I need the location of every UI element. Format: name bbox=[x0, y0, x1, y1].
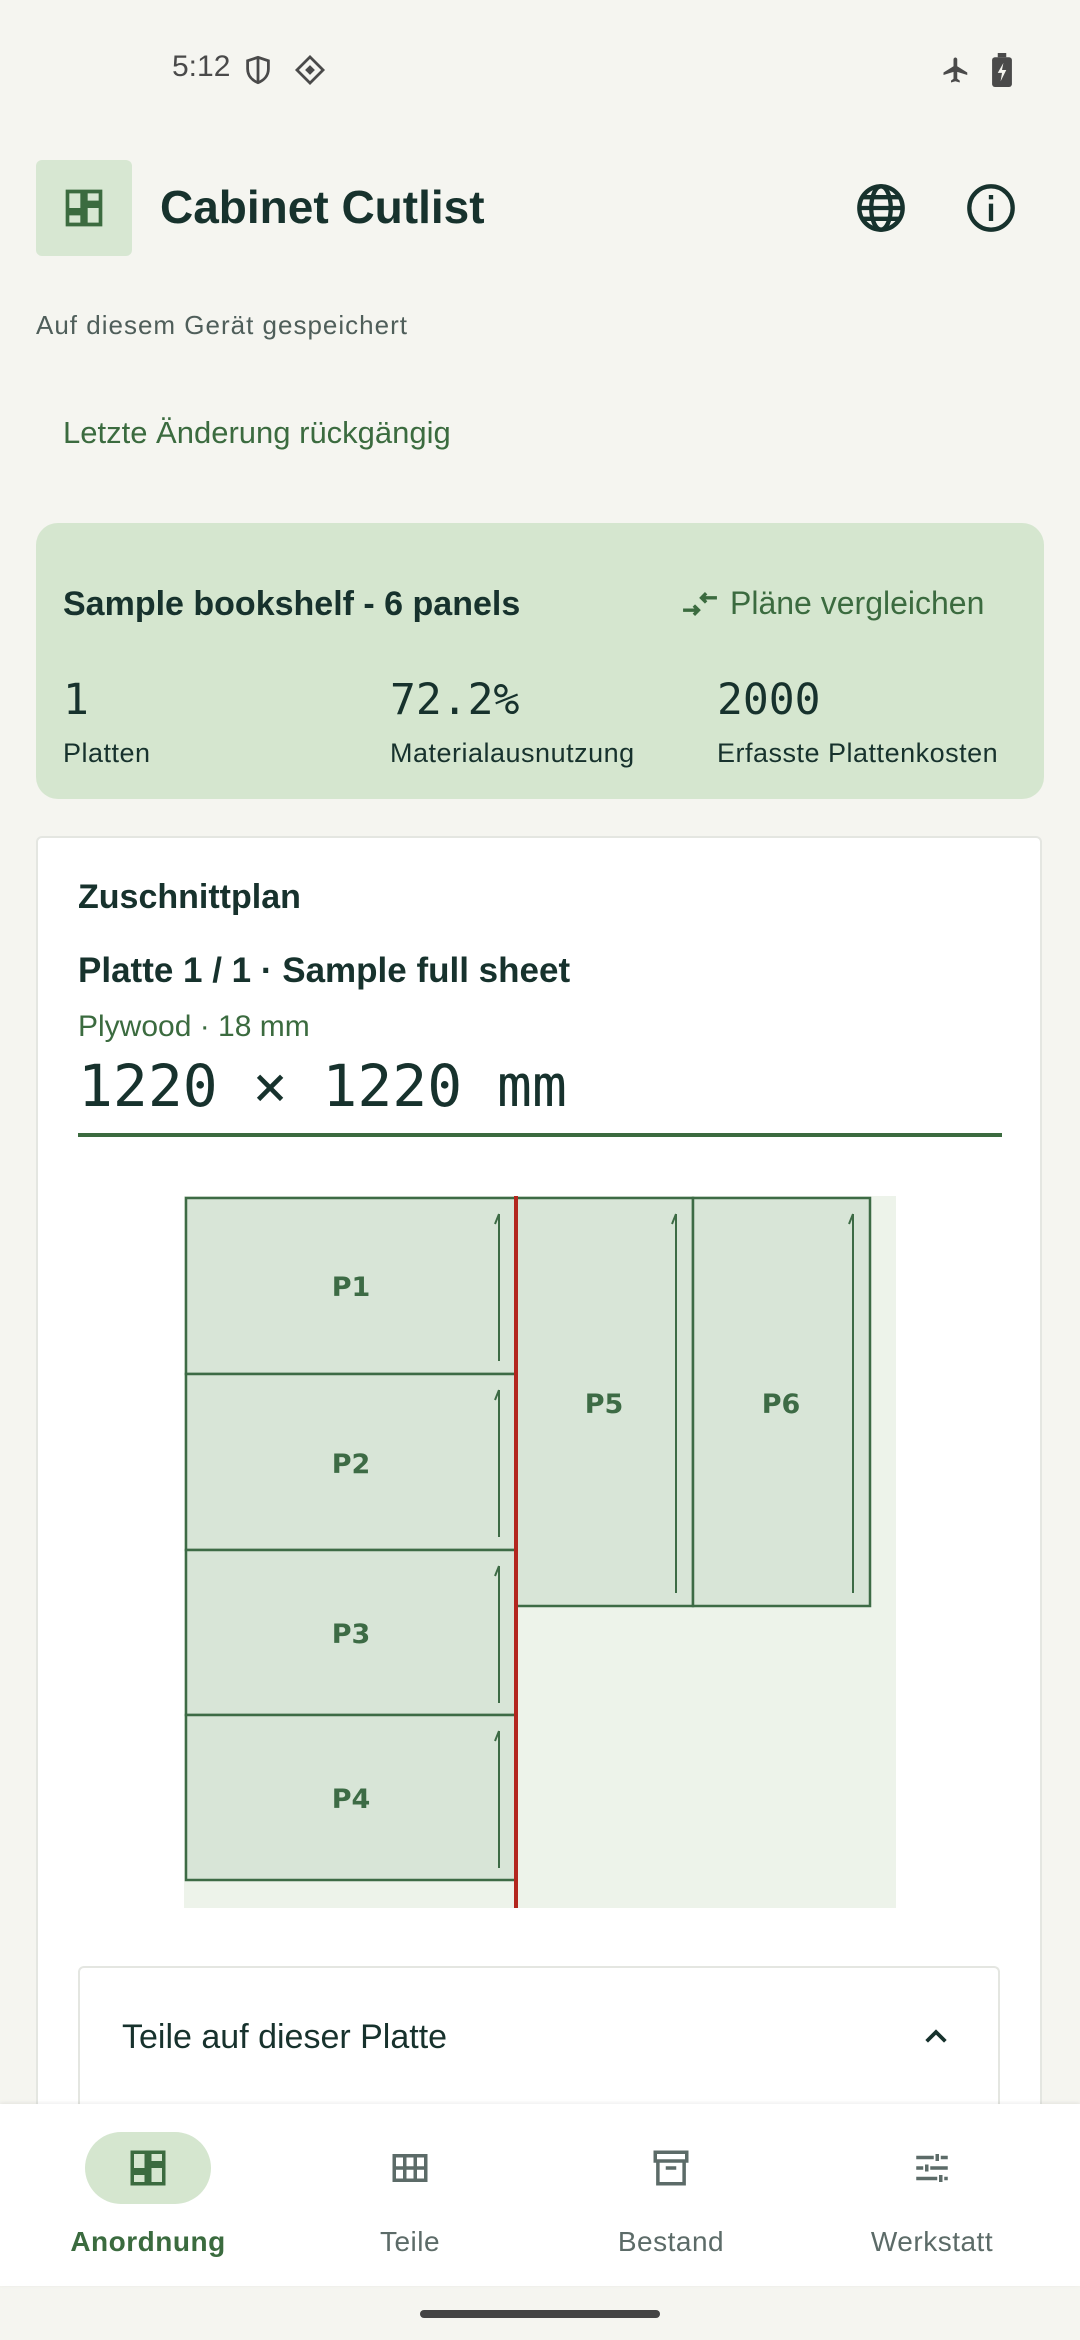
nav-item-teile[interactable]: Teile bbox=[275, 2104, 545, 2286]
panel-p5[interactable]: P5 bbox=[514, 1196, 695, 1608]
nav-label-teile: Teile bbox=[379, 2226, 441, 2257]
sheet-dimensions: 1220 × 1220 mm bbox=[78, 1052, 567, 1120]
nav-label-werkstatt: Werkstatt bbox=[870, 2226, 994, 2257]
panel-label-p4: P4 bbox=[332, 1784, 371, 1815]
nav-item-bestand[interactable]: Bestand bbox=[536, 2104, 806, 2286]
nav-label-anordnung: Anordnung bbox=[70, 2226, 226, 2257]
battery-icon bbox=[992, 53, 1012, 87]
saved-status-text: Auf diesem Gerät gespeichert bbox=[36, 310, 408, 340]
nav-active-indicator bbox=[85, 2132, 211, 2204]
compare-plans-label: Pläne vergleichen bbox=[730, 585, 985, 621]
nav-icon-container bbox=[869, 2132, 995, 2204]
panel-p6[interactable]: P6 bbox=[691, 1196, 872, 1608]
panel-label-p3: P3 bbox=[332, 1619, 371, 1650]
dashboard-icon bbox=[65, 189, 103, 227]
stat-sheets-label: Platten bbox=[63, 738, 151, 768]
shield-icon bbox=[246, 55, 270, 85]
tune-icon bbox=[916, 2154, 948, 2182]
stat-cost-value: 2000 bbox=[717, 675, 821, 725]
dashboard-icon bbox=[130, 2150, 166, 2186]
stat-cost-label: Erfasste Plattenkosten bbox=[717, 738, 999, 768]
stat-utilization-value: 72.2% bbox=[390, 675, 520, 725]
stat-sheets-value: 1 bbox=[63, 675, 89, 725]
plan-title: Zuschnittplan bbox=[78, 878, 301, 916]
nav-item-werkstatt[interactable]: Werkstatt bbox=[797, 2104, 1067, 2286]
archive-icon bbox=[653, 2150, 689, 2186]
nav-item-anordnung[interactable]: Anordnung bbox=[13, 2104, 283, 2286]
panel-p1[interactable]: P1 bbox=[184, 1196, 518, 1376]
compare-plans-button[interactable]: Pläne vergleichen bbox=[680, 585, 984, 622]
globe-icon[interactable] bbox=[855, 182, 907, 234]
nav-icon-container bbox=[347, 2132, 473, 2204]
dimensions-underline bbox=[78, 1133, 1002, 1137]
panel-label-p5: P5 bbox=[585, 1389, 624, 1420]
panel-label-p6: P6 bbox=[762, 1389, 801, 1420]
sheet-material: Plywood · 18 mm bbox=[78, 1010, 310, 1043]
stat-utilization-label: Materialausnutzung bbox=[390, 738, 635, 768]
nav-icon-container bbox=[608, 2132, 734, 2204]
app-logo-button[interactable] bbox=[36, 160, 132, 256]
airplane-icon bbox=[943, 57, 968, 83]
status-time: 5:12 bbox=[172, 50, 231, 83]
bottom-navigation: Anordnung Teile Bestand Werkstatt bbox=[0, 2104, 1080, 2286]
nav-label-bestand: Bestand bbox=[617, 2226, 725, 2257]
location-diamond-icon bbox=[294, 55, 326, 85]
undo-button[interactable]: Letzte Änderung rückgängig bbox=[63, 415, 451, 451]
sheet-layout-diagram[interactable]: P1 P2 P3 P4 P5 P6 bbox=[184, 1196, 896, 1908]
panel-label-p1: P1 bbox=[332, 1272, 371, 1303]
panel-label-p2: P2 bbox=[332, 1449, 371, 1480]
cutting-plan-card: Zuschnittplan Platte 1 / 1 · Sample full… bbox=[36, 836, 1042, 2126]
project-title: Sample bookshelf - 6 panels bbox=[63, 585, 521, 623]
parts-on-sheet-section[interactable]: Teile auf dieser Platte bbox=[78, 1966, 1000, 2126]
sheet-title: Platte 1 / 1 · Sample full sheet bbox=[78, 951, 571, 990]
home-indicator[interactable] bbox=[420, 2310, 660, 2318]
info-icon[interactable] bbox=[965, 182, 1017, 234]
plan-summary-card: Sample bookshelf - 6 panels Pläne vergle… bbox=[36, 523, 1044, 799]
app-title: Cabinet Cutlist bbox=[160, 181, 485, 233]
chevron-up-icon[interactable] bbox=[920, 2020, 952, 2052]
grid-icon bbox=[392, 2154, 428, 2182]
panel-p3[interactable]: P3 bbox=[184, 1548, 518, 1717]
compare-arrows-icon bbox=[683, 591, 717, 616]
panel-p2[interactable]: P2 bbox=[184, 1372, 518, 1552]
panel-p4[interactable]: P4 bbox=[184, 1713, 518, 1882]
parts-on-sheet-title: Teile auf dieser Platte bbox=[122, 2018, 448, 2056]
